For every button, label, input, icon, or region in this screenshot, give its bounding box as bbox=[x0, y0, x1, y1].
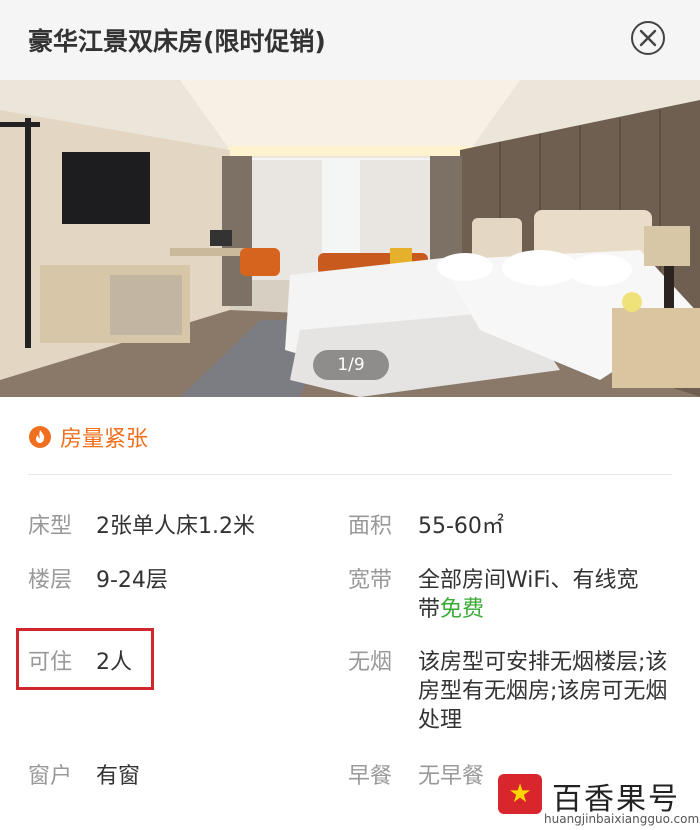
detail-value: 9-24层 bbox=[96, 568, 168, 593]
divider bbox=[28, 474, 672, 475]
free-label: 免费 bbox=[440, 597, 485, 622]
detail-key: 宽带 bbox=[348, 568, 393, 593]
detail-value: 该房型可安排无烟楼层;该房型有无烟房;该房可无烟处理 bbox=[418, 650, 668, 733]
watermark-url: huangjinbaixiangguo.com bbox=[544, 812, 700, 826]
occupancy-highlight-box bbox=[16, 628, 154, 690]
close-icon[interactable] bbox=[639, 29, 657, 47]
header-bar: 豪华江景双床房(限时促销) bbox=[0, 0, 700, 80]
availability-label: 房量紧张 bbox=[60, 427, 149, 452]
availability-status: 房量紧张 bbox=[28, 421, 148, 453]
detail-key: 面积 bbox=[348, 514, 393, 539]
detail-value: 有窗 bbox=[96, 764, 141, 789]
flame-icon bbox=[29, 426, 51, 448]
detail-value: 2张单人床1.2米 bbox=[96, 514, 255, 539]
detail-key: 床型 bbox=[28, 514, 73, 539]
room-title: 豪华江景双床房(限时促销) bbox=[28, 27, 326, 56]
watermark: ★ 百香果号 huangjinbaixiangguo.com bbox=[492, 770, 700, 830]
close-button[interactable] bbox=[631, 21, 665, 55]
detail-key: 楼层 bbox=[28, 568, 73, 593]
image-counter: 1/9 bbox=[313, 350, 389, 380]
detail-value: 无早餐 bbox=[418, 764, 485, 789]
detail-key: 早餐 bbox=[348, 764, 393, 789]
detail-value: 55-60㎡ bbox=[418, 514, 504, 539]
star-logo-icon: ★ bbox=[498, 774, 542, 814]
detail-key: 窗户 bbox=[28, 764, 73, 789]
detail-value: 全部房间WiFi、有线宽带免费 bbox=[418, 566, 658, 624]
detail-key: 无烟 bbox=[348, 650, 393, 675]
